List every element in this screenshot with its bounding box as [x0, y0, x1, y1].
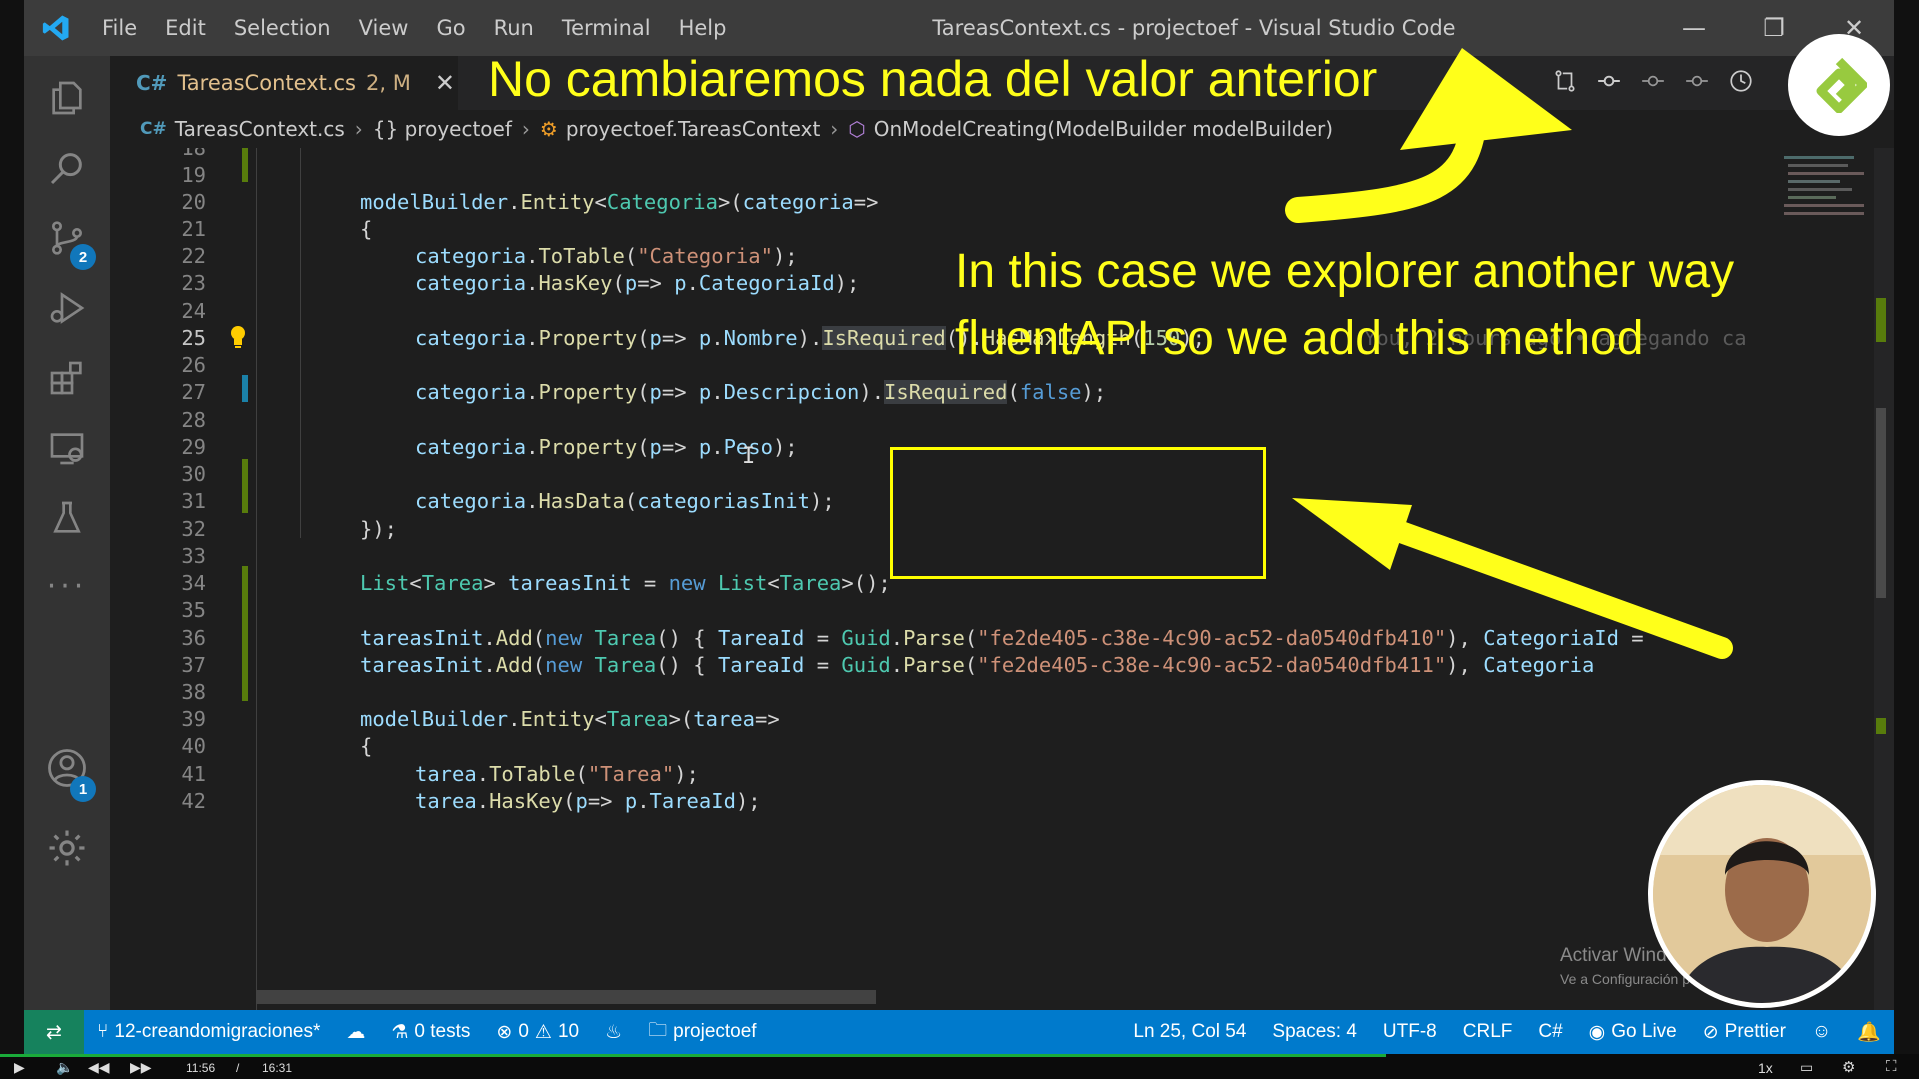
time-separator: /	[236, 1061, 240, 1075]
forward-icon[interactable]: ▶▶	[130, 1059, 152, 1076]
presenter-avatar	[1653, 785, 1871, 1003]
curved-arrow-head	[1400, 48, 1572, 150]
settings-icon[interactable]: ⚙	[1842, 1058, 1855, 1076]
total-time: 16:31	[262, 1061, 293, 1075]
platzi-logo-icon	[1788, 34, 1890, 136]
video-player-bar: ▶ 🔈 ◀◀ ▶▶ 11:56 / 16:31 1x ▭ ⚙ ⛶	[0, 1054, 1919, 1079]
fullscreen-icon[interactable]: ⛶	[1886, 1058, 1897, 1075]
webcam-overlay	[1648, 780, 1876, 1008]
annotation-arrows	[1285, 48, 1733, 659]
straight-arrow-head	[1292, 498, 1412, 570]
video-progress[interactable]	[0, 1054, 1386, 1057]
rewind-icon[interactable]: ◀◀	[88, 1059, 110, 1076]
current-time: 11:56	[186, 1061, 216, 1075]
speed-control[interactable]: 1x	[1758, 1060, 1773, 1076]
volume-icon[interactable]: 🔈	[56, 1059, 73, 1076]
miniplayer-icon[interactable]: ▭	[1800, 1059, 1813, 1076]
play-icon[interactable]: ▶	[14, 1059, 25, 1076]
straight-arrow	[1379, 517, 1733, 659]
